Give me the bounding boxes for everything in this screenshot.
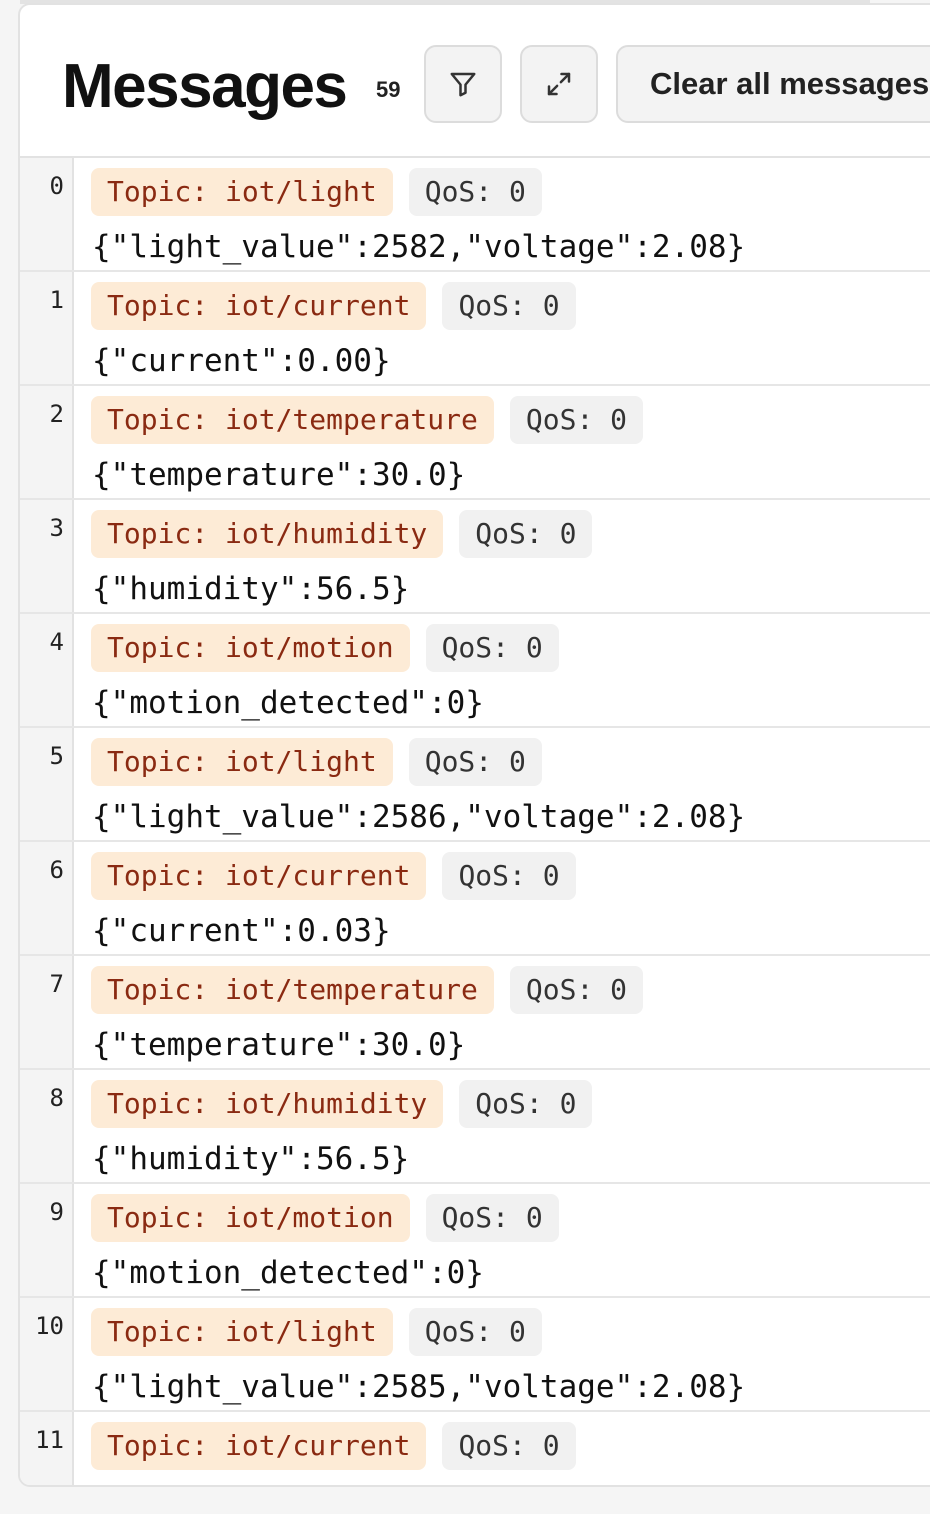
expand-icon (547, 72, 571, 96)
row-gutter: 1 (20, 272, 74, 384)
message-index: 4 (49, 628, 64, 656)
message-row[interactable]: 9 Topic: iot/motion QoS: 0 {"motion_detecte… (20, 1184, 930, 1298)
message-list: 0 Topic: iot/light QoS: 0 {"light_value":25… (20, 158, 930, 1485)
row-gutter: 9 (20, 1184, 74, 1296)
topic-badge: Topic: iot/current (91, 1422, 427, 1470)
qos-badge: QoS: 0 (442, 1422, 576, 1470)
topic-badge: Topic: iot/light (91, 1308, 393, 1356)
message-payload: {"current":0.03} (92, 913, 391, 949)
qos-badge: QoS: 0 (442, 282, 576, 330)
qos-badge: QoS: 0 (408, 1308, 542, 1356)
message-payload: {"motion_detected":0} (92, 1255, 484, 1291)
message-payload: {"motion_detected":0} (92, 685, 484, 721)
message-row[interactable]: 4 Topic: iot/motion QoS: 0 {"motion_detecte… (20, 614, 930, 728)
message-index: 10 (35, 1312, 64, 1340)
messages-panel: Messages 59 Clear all messages 0 Topic: i… (18, 3, 930, 1487)
clear-all-messages-button[interactable]: Clear all messages (616, 45, 930, 123)
message-row[interactable]: 10 Topic: iot/light QoS: 0 {"light_value":2… (20, 1298, 930, 1412)
message-row[interactable]: 5 Topic: iot/light QoS: 0 {"light_value":25… (20, 728, 930, 842)
message-row[interactable]: 0 Topic: iot/light QoS: 0 {"light_value":25… (20, 158, 930, 272)
message-tags: Topic: iot/current QoS: 0 (91, 282, 576, 330)
message-index: 11 (35, 1426, 64, 1454)
qos-badge: QoS: 0 (425, 1194, 559, 1242)
message-payload: {"humidity":56.5} (92, 1141, 410, 1177)
message-tags: Topic: iot/motion QoS: 0 (91, 624, 559, 672)
expand-button[interactable] (520, 45, 598, 123)
message-payload: {"light_value":2585,"voltage":2.08} (92, 1369, 746, 1405)
topic-badge: Topic: iot/motion (91, 624, 410, 672)
qos-badge: QoS: 0 (509, 966, 644, 1014)
message-row[interactable]: 8 Topic: iot/humidity QoS: 0 {"humidity":56… (20, 1070, 930, 1184)
topic-badge: Topic: iot/temperature (91, 966, 494, 1014)
message-row[interactable]: 6 Topic: iot/current QoS: 0 {"current":0.03… (20, 842, 930, 956)
row-gutter: 6 (20, 842, 74, 954)
message-payload: {"current":0.00} (92, 343, 391, 379)
message-index: 6 (49, 856, 64, 884)
message-payload: {"light_value":2582,"voltage":2.08} (92, 229, 746, 265)
row-gutter: 8 (20, 1070, 74, 1182)
message-index: 3 (49, 514, 64, 542)
qos-badge: QoS: 0 (459, 1080, 593, 1128)
message-index: 2 (49, 400, 64, 428)
message-tags: Topic: iot/temperature QoS: 0 (91, 396, 644, 444)
filter-icon (450, 72, 476, 97)
message-count-badge: 59 (376, 77, 401, 102)
topic-badge: Topic: iot/humidity (91, 510, 444, 558)
topic-badge: Topic: iot/current (91, 852, 427, 900)
row-gutter: 2 (20, 386, 74, 498)
row-gutter: 7 (20, 956, 74, 1068)
message-index: 7 (49, 970, 64, 998)
qos-badge: QoS: 0 (408, 168, 542, 216)
message-row[interactable]: 2 Topic: iot/temperature QoS: 0 {"temperatu… (20, 386, 930, 500)
message-row[interactable]: 11 Topic: iot/current QoS: 0 (20, 1412, 930, 1485)
topic-badge: Topic: iot/light (91, 738, 393, 786)
row-gutter: 3 (20, 500, 74, 612)
qos-badge: QoS: 0 (442, 852, 576, 900)
row-gutter: 4 (20, 614, 74, 726)
topic-badge: Topic: iot/temperature (91, 396, 494, 444)
message-tags: Topic: iot/humidity QoS: 0 (91, 510, 593, 558)
message-payload: {"temperature":30.0} (92, 1027, 466, 1063)
message-index: 5 (49, 742, 64, 770)
topic-badge: Topic: iot/motion (91, 1194, 410, 1242)
message-tags: Topic: iot/current QoS: 0 (91, 1422, 576, 1470)
message-payload: {"temperature":30.0} (92, 457, 466, 493)
message-index: 1 (49, 286, 64, 314)
filter-button[interactable] (424, 45, 502, 123)
message-tags: Topic: iot/motion QoS: 0 (91, 1194, 559, 1242)
message-row[interactable]: 1 Topic: iot/current QoS: 0 {"current":0.00… (20, 272, 930, 386)
message-payload: {"light_value":2586,"voltage":2.08} (92, 799, 746, 835)
page-title: Messages (62, 52, 348, 121)
row-gutter: 10 (20, 1298, 74, 1410)
qos-badge: QoS: 0 (459, 510, 593, 558)
message-payload: {"humidity":56.5} (92, 571, 410, 607)
qos-badge: QoS: 0 (425, 624, 559, 672)
topic-badge: Topic: iot/humidity (91, 1080, 444, 1128)
qos-badge: QoS: 0 (408, 738, 542, 786)
message-tags: Topic: iot/humidity QoS: 0 (91, 1080, 593, 1128)
qos-badge: QoS: 0 (509, 396, 644, 444)
message-tags: Topic: iot/light QoS: 0 (91, 1308, 542, 1356)
message-index: 9 (49, 1198, 64, 1226)
message-tags: Topic: iot/current QoS: 0 (91, 852, 576, 900)
message-index: 0 (49, 172, 64, 200)
row-gutter: 11 (20, 1412, 74, 1485)
messages-header: Messages 59 Clear all messages (20, 5, 930, 158)
topic-badge: Topic: iot/current (91, 282, 427, 330)
message-tags: Topic: iot/light QoS: 0 (91, 168, 542, 216)
topic-badge: Topic: iot/light (91, 168, 393, 216)
message-row[interactable]: 7 Topic: iot/temperature QoS: 0 {"temperatu… (20, 956, 930, 1070)
row-gutter: 5 (20, 728, 74, 840)
message-row[interactable]: 3 Topic: iot/humidity QoS: 0 {"humidity":56… (20, 500, 930, 614)
message-tags: Topic: iot/temperature QoS: 0 (91, 966, 644, 1014)
row-gutter: 0 (20, 158, 74, 270)
message-tags: Topic: iot/light QoS: 0 (91, 738, 542, 786)
message-index: 8 (49, 1084, 64, 1112)
